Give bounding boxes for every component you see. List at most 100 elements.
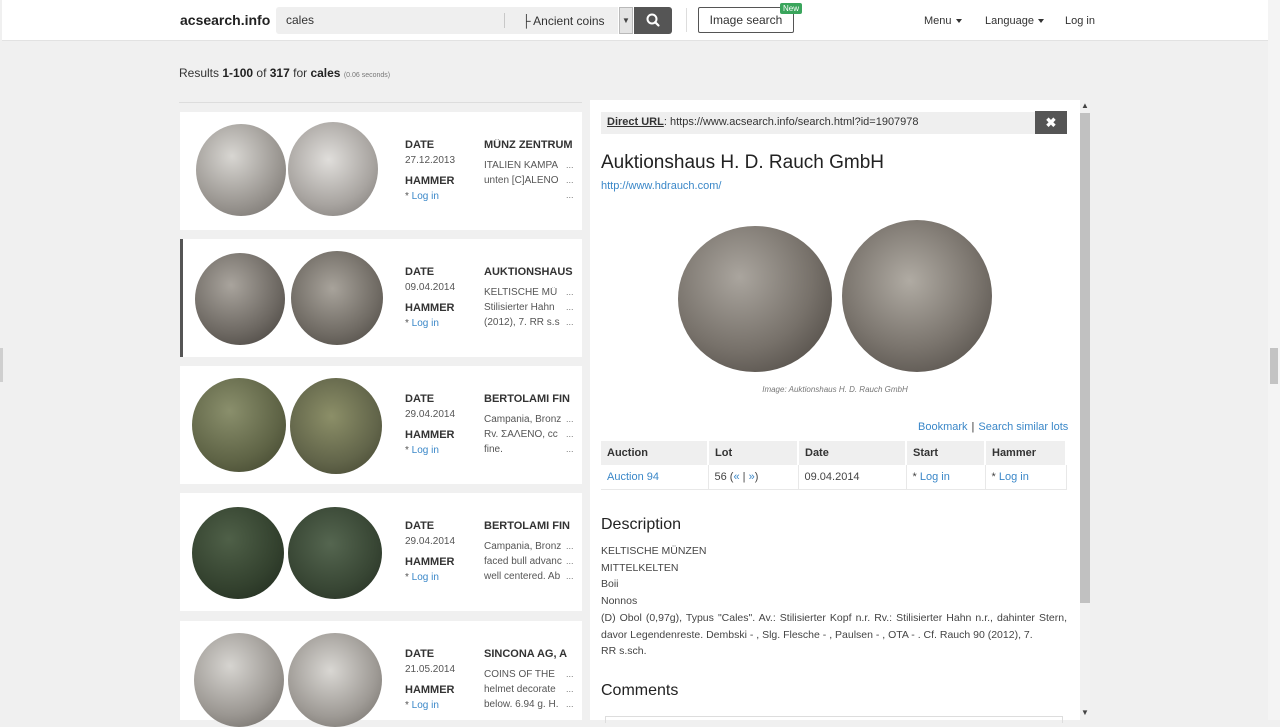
hammer-value: * Log in	[405, 318, 439, 329]
close-icon: ✖	[1045, 115, 1057, 130]
start-cell: * Log in	[906, 465, 986, 490]
top-navbar: acsearch.info cales ├ Ancient coins ▼ Im…	[2, 0, 1268, 41]
search-similar-link[interactable]: Search similar lots	[978, 421, 1068, 433]
date-value: 29.04.2014	[405, 409, 456, 420]
search-icon	[646, 13, 660, 27]
results-query: cales	[310, 66, 341, 80]
star-mark: *	[405, 445, 412, 456]
site-logo[interactable]: acsearch.info	[180, 12, 270, 28]
coin-reverse-image[interactable]	[288, 507, 382, 599]
login-link[interactable]: Log in	[412, 445, 439, 456]
coin-obverse-image[interactable]	[194, 633, 284, 727]
auctioneer-website-link[interactable]: http://www.hdrauch.com/	[601, 180, 721, 192]
hammer-value: * Log in	[405, 572, 439, 583]
date-value: 27.12.2013	[405, 155, 456, 166]
description-line: well centered. Ab	[484, 571, 561, 582]
coin-obverse-image[interactable]	[196, 124, 286, 216]
description-line: COINS OF THE	[484, 669, 555, 680]
detail-coin-obverse-image[interactable]	[678, 226, 832, 372]
coin-obverse-image[interactable]	[192, 507, 284, 599]
hammer-login-link[interactable]: Log in	[999, 471, 1029, 483]
login-link[interactable]: Log in	[412, 700, 439, 711]
start-login-link[interactable]: Log in	[920, 471, 950, 483]
detail-coin-reverse-image[interactable]	[842, 220, 992, 372]
category-dropdown-icon[interactable]: ▼	[619, 7, 633, 34]
login-link[interactable]: Log in	[412, 191, 439, 202]
nav-divider	[686, 8, 687, 32]
coin-reverse-image[interactable]	[291, 251, 383, 345]
search-button[interactable]	[634, 7, 672, 34]
coin-obverse-image[interactable]	[192, 378, 286, 472]
star-mark: *	[405, 191, 412, 202]
hammer-value: * Log in	[405, 445, 439, 456]
side-handle[interactable]	[0, 348, 3, 382]
date-value: 21.05.2014	[405, 664, 456, 675]
search-input-value: cales	[286, 13, 315, 27]
description-line: RR s.sch.	[601, 645, 647, 658]
date-value: 09.04.2014	[405, 282, 456, 293]
results-for: for	[289, 66, 311, 80]
coin-obverse-image[interactable]	[195, 253, 285, 345]
scroll-up-icon[interactable]: ▲	[1080, 101, 1090, 110]
ellipsis: ...	[566, 571, 574, 581]
description-body: KELTISCHE MÜNZEN MITTELKELTEN Boii Nonno…	[601, 543, 1067, 660]
login-link[interactable]: Log in	[412, 318, 439, 329]
auctioneer-name: BERTOLAMI FIN	[484, 393, 570, 405]
auction-table: Auction Lot Date Start Hammer Auction 94…	[601, 441, 1067, 490]
table-header-row: Auction Lot Date Start Hammer	[601, 441, 1067, 465]
result-card[interactable]: DATE 21.05.2014 HAMMER * Log in SINCONA …	[180, 621, 582, 727]
direct-url-value[interactable]: https://www.acsearch.info/search.html?id…	[670, 116, 919, 128]
ellipsis: ...	[566, 302, 574, 312]
result-card[interactable]: DATE 29.04.2014 HAMMER * Log in BERTOLAM…	[180, 366, 582, 484]
login-link[interactable]: Log in	[1065, 15, 1095, 27]
auction-link[interactable]: Auction 94	[607, 471, 659, 483]
result-card[interactable]: DATE 29.04.2014 HAMMER * Log in BERTOLAM…	[180, 493, 582, 611]
category-select[interactable]: ├ Ancient coins	[518, 7, 618, 34]
panel-scrollbar-thumb[interactable]	[1080, 113, 1090, 603]
search-divider	[504, 13, 505, 28]
results-of: of	[253, 66, 270, 80]
page-scrollbar-thumb[interactable]	[1270, 348, 1278, 384]
result-card-selected[interactable]: DATE 09.04.2014 HAMMER * Log in AUKTIONS…	[180, 239, 582, 357]
language-dropdown[interactable]: Language	[985, 15, 1044, 27]
ellipsis: ...	[566, 160, 574, 170]
description-line: below. 6.94 g. H.	[484, 699, 559, 710]
table-row: Auction 94 56 (« | ») 09.04.2014 * Log i…	[601, 465, 1067, 490]
ellipsis: ...	[566, 190, 574, 200]
description-line: Stilisierter Hahn	[484, 302, 555, 313]
ellipsis: ...	[566, 317, 574, 327]
hammer-label: HAMMER	[405, 429, 455, 441]
menu-dropdown[interactable]: Menu	[924, 15, 962, 27]
star-mark: *	[991, 471, 999, 483]
auctioneer-name: BERTOLAMI FIN	[484, 520, 570, 532]
auctioneer-name: MÜNZ ZENTRUM	[484, 139, 573, 151]
scroll-down-icon[interactable]: ▼	[1080, 708, 1090, 717]
caret-down-icon	[1037, 19, 1044, 24]
hammer-label: HAMMER	[405, 175, 455, 187]
lot-cell: 56 (« | »)	[708, 465, 799, 490]
close-button[interactable]: ✖	[1035, 111, 1067, 134]
date-label: DATE	[405, 393, 435, 405]
bookmark-link[interactable]: Bookmark	[918, 421, 968, 433]
result-card[interactable]: DATE 27.12.2013 HAMMER * Log in MÜNZ ZEN…	[180, 112, 582, 230]
menu-label: Menu	[924, 15, 952, 27]
date-label: DATE	[405, 139, 435, 151]
date-cell: 09.04.2014	[798, 465, 907, 490]
actions-separator: |	[971, 421, 975, 433]
comments-heading: Comments	[601, 682, 679, 699]
auctioneer-name: SINCONA AG, A	[484, 648, 568, 660]
coin-reverse-image[interactable]	[290, 378, 382, 474]
hammer-cell: * Log in	[985, 465, 1067, 490]
coin-reverse-image[interactable]	[288, 633, 382, 727]
lot-end: )	[754, 471, 759, 483]
description-heading: Description	[601, 516, 682, 533]
column-header: Date	[798, 441, 907, 465]
ellipsis: ...	[566, 444, 574, 454]
hammer-label: HAMMER	[405, 302, 455, 314]
results-prefix: Results	[179, 66, 223, 80]
coin-reverse-image[interactable]	[288, 122, 378, 216]
ellipsis: ...	[566, 556, 574, 566]
star-mark: *	[912, 471, 920, 483]
login-link[interactable]: Log in	[412, 572, 439, 583]
column-header: Lot	[708, 441, 799, 465]
